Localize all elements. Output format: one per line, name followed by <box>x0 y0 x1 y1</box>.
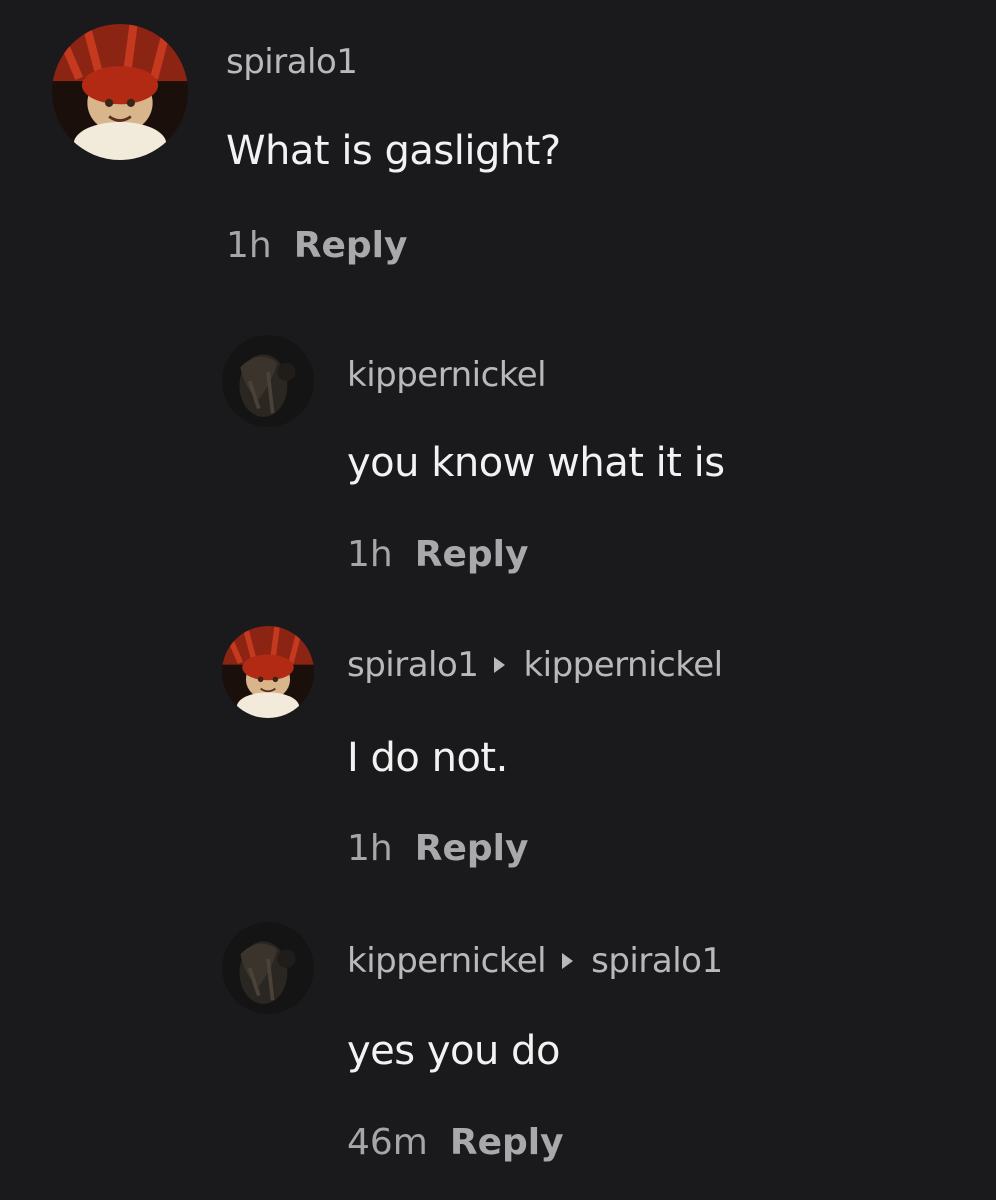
avatar-dark-figure-icon <box>222 335 314 427</box>
reply-item: kippernickel spiralo1 yes you do 46m Reply <box>0 900 996 1200</box>
reply-arrow-icon <box>562 952 574 969</box>
reply-time: 1h <box>347 828 393 869</box>
reply-item: spiralo1 kippernickel I do not. 1h Reply <box>0 600 996 900</box>
reply-username[interactable]: kippernickel <box>347 941 547 981</box>
avatar[interactable] <box>222 335 314 427</box>
avatar[interactable] <box>52 24 188 160</box>
reply-username[interactable]: spiralo1 <box>347 645 479 685</box>
reply-item: kippernickel you know what it is 1h Reply <box>0 300 996 600</box>
reply-arrow-icon <box>494 656 506 673</box>
avatar[interactable] <box>222 626 314 718</box>
reply-meta: 1h Reply <box>347 828 528 869</box>
reply-button[interactable]: Reply <box>415 534 529 575</box>
comment-text: What is gaslight? <box>226 128 561 174</box>
reply-text: yes you do <box>347 1028 560 1074</box>
reply-time: 1h <box>347 534 393 575</box>
reply-text: I do not. <box>347 735 508 781</box>
comment-item: spiralo1 What is gaslight? 1h Reply <box>0 0 996 300</box>
reply-to-username[interactable]: spiralo1 <box>591 941 723 981</box>
reply-meta: 46m Reply <box>347 1122 564 1163</box>
reply-time: 46m <box>347 1122 428 1163</box>
reply-text: you know what it is <box>347 440 725 486</box>
reply-button[interactable]: Reply <box>294 225 408 266</box>
avatar-red-figure-icon <box>222 626 314 718</box>
avatar-dark-figure-icon <box>222 922 314 1014</box>
avatar-red-figure-icon <box>52 24 188 160</box>
reply-button[interactable]: Reply <box>415 828 529 869</box>
comment-time: 1h <box>226 225 272 266</box>
comment-meta: 1h Reply <box>226 225 407 266</box>
reply-header: kippernickel spiralo1 <box>347 941 723 981</box>
reply-header: spiralo1 kippernickel <box>347 645 723 685</box>
avatar[interactable] <box>222 922 314 1014</box>
reply-to-username[interactable]: kippernickel <box>523 645 723 685</box>
reply-meta: 1h Reply <box>347 534 528 575</box>
reply-username[interactable]: kippernickel <box>347 355 547 395</box>
reply-button[interactable]: Reply <box>450 1122 564 1163</box>
comment-username[interactable]: spiralo1 <box>226 42 358 82</box>
